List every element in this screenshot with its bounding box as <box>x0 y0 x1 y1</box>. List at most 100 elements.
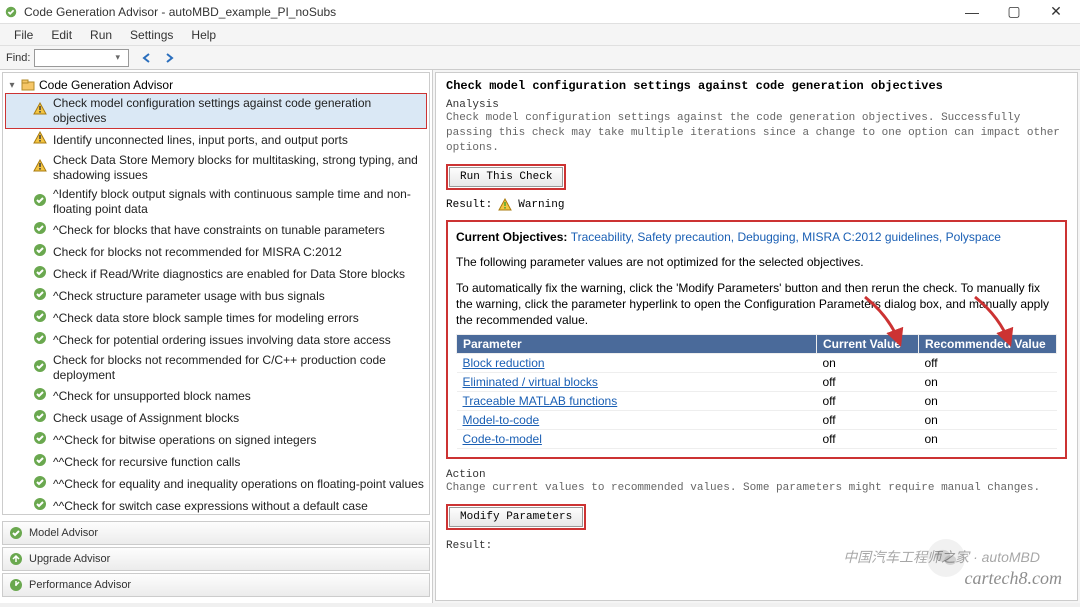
fix-instructions: To automatically fix the warning, click … <box>456 280 1057 329</box>
titlebar: Code Generation Advisor - autoMBD_exampl… <box>0 0 1080 24</box>
warning-icon <box>33 131 47 149</box>
pass-icon <box>33 359 47 377</box>
pass-icon <box>33 221 47 239</box>
pass-icon <box>33 331 47 349</box>
tree-toggle-icon[interactable]: ▾ <box>7 80 17 91</box>
upgrade-icon <box>9 552 23 566</box>
col-parameter: Parameter <box>457 335 817 354</box>
upgrade-advisor-button[interactable]: Upgrade Advisor <box>2 547 430 571</box>
tree-item-label: ^Identify block output signals with cont… <box>53 187 425 217</box>
tree-item-label: Check for blocks not recommended for MIS… <box>53 245 342 260</box>
tree-item-label: Check usage of Assignment blocks <box>53 411 239 426</box>
menu-edit[interactable]: Edit <box>43 26 80 44</box>
tree-item[interactable]: Check Data Store Memory blocks for multi… <box>5 151 427 185</box>
main-split: ▾ Code Generation Advisor Check model co… <box>0 70 1080 603</box>
result2-label: Result: <box>446 540 1067 552</box>
pass-icon <box>33 453 47 471</box>
tree-item-label: Check model configuration settings again… <box>53 96 424 126</box>
left-panel: ▾ Code Generation Advisor Check model co… <box>0 70 433 603</box>
objectives-list[interactable]: Traceability, Safety precaution, Debuggi… <box>571 230 1001 244</box>
result-details-box: Current Objectives: Traceability, Safety… <box>446 220 1067 460</box>
tree-item[interactable]: Check for blocks not recommended for MIS… <box>5 241 427 263</box>
tree-item[interactable]: Check usage of Assignment blocks <box>5 407 427 429</box>
recommended-value: off <box>919 354 1057 373</box>
model-advisor-button[interactable]: Model Advisor <box>2 521 430 545</box>
parameter-link[interactable]: Traceable MATLAB functions <box>457 392 817 411</box>
tree-item[interactable]: Check for blocks not recommended for C/C… <box>5 351 427 385</box>
menu-help[interactable]: Help <box>183 26 224 44</box>
find-dropdown-icon[interactable]: ▾ <box>115 52 120 63</box>
menu-file[interactable]: File <box>6 26 41 44</box>
recommended-value: on <box>919 411 1057 430</box>
action-description: Change current values to recommended val… <box>446 481 1067 496</box>
tree-item[interactable]: ^Check data store block sample times for… <box>5 307 427 329</box>
check-title: Check model configuration settings again… <box>446 79 1067 93</box>
result-status: Warning <box>518 199 564 211</box>
tree-item[interactable]: ^Check for potential ordering issues inv… <box>5 329 427 351</box>
parameter-link[interactable]: Model-to-code <box>457 411 817 430</box>
tree-item[interactable]: ^^Check for recursive function calls <box>5 451 427 473</box>
tree-item[interactable]: Check if Read/Write diagnostics are enab… <box>5 263 427 285</box>
table-row: Eliminated / virtual blocksoffon <box>457 373 1057 392</box>
pass-icon <box>33 431 47 449</box>
tree-item-label: Check for blocks not recommended for C/C… <box>53 353 425 383</box>
current-value: off <box>817 373 919 392</box>
tree-item[interactable]: ^Identify block output signals with cont… <box>5 185 427 219</box>
analysis-heading: Analysis <box>446 99 1067 111</box>
checks-tree[interactable]: ▾ Code Generation Advisor Check model co… <box>2 72 430 515</box>
tree-item-label: ^Check data store block sample times for… <box>53 311 359 326</box>
pass-icon <box>9 526 23 540</box>
table-row: Block reductiononoff <box>457 354 1057 373</box>
performance-advisor-button[interactable]: Performance Advisor <box>2 573 430 597</box>
maximize-button[interactable]: ▢ <box>994 1 1034 23</box>
current-value: off <box>817 430 919 449</box>
tree-item-label: Check Data Store Memory blocks for multi… <box>53 153 425 183</box>
pass-icon <box>33 193 47 211</box>
tree-item-label: ^^Check for recursive function calls <box>53 455 240 470</box>
tree-item[interactable]: Identify unconnected lines, input ports,… <box>5 129 427 151</box>
col-recommended: Recommended Value <box>919 335 1057 354</box>
parameter-link[interactable]: Code-to-model <box>457 430 817 449</box>
recommended-value: on <box>919 430 1057 449</box>
tree-item[interactable]: ^^Check for bitwise operations on signed… <box>5 429 427 451</box>
recommended-value: on <box>919 373 1057 392</box>
current-value: off <box>817 411 919 430</box>
current-value: on <box>817 354 919 373</box>
minimize-button[interactable]: — <box>952 1 992 23</box>
performance-icon <box>9 578 23 592</box>
pass-icon <box>33 309 47 327</box>
parameters-table: Parameter Current Value Recommended Valu… <box>456 334 1057 449</box>
tree-item[interactable]: ^Check for blocks that have constraints … <box>5 219 427 241</box>
tree-item[interactable]: ^^Check for switch case expressions with… <box>5 495 427 515</box>
find-prev-button[interactable] <box>138 49 156 67</box>
folder-icon <box>21 78 35 92</box>
parameter-link[interactable]: Block reduction <box>457 354 817 373</box>
run-check-button[interactable]: Run This Check <box>449 167 563 187</box>
menu-settings[interactable]: Settings <box>122 26 181 44</box>
find-bar: Find: ▾ <box>0 46 1080 70</box>
pass-icon <box>33 497 47 515</box>
tree-item-label: ^Check for potential ordering issues inv… <box>53 333 391 348</box>
tree-item[interactable]: ^Check structure parameter usage with bu… <box>5 285 427 307</box>
tree-root[interactable]: ▾ Code Generation Advisor <box>5 77 427 93</box>
close-button[interactable]: ✕ <box>1036 1 1076 23</box>
modify-params-highlight: Modify Parameters <box>446 504 586 530</box>
tree-root-label: Code Generation Advisor <box>39 78 173 92</box>
tree-item-label: ^Check for unsupported block names <box>53 389 251 404</box>
menubar: File Edit Run Settings Help <box>0 24 1080 46</box>
menu-run[interactable]: Run <box>82 26 120 44</box>
find-next-button[interactable] <box>160 49 178 67</box>
tree-item[interactable]: ^Check for unsupported block names <box>5 385 427 407</box>
warning-icon <box>498 198 512 212</box>
parameter-link[interactable]: Eliminated / virtual blocks <box>457 373 817 392</box>
pass-icon <box>33 475 47 493</box>
tree-item[interactable]: ^^Check for equality and inequality oper… <box>5 473 427 495</box>
recommended-value: on <box>919 392 1057 411</box>
result-label: Result: <box>446 199 492 211</box>
window-title: Code Generation Advisor - autoMBD_exampl… <box>24 5 952 19</box>
tree-item-label: ^Check for blocks that have constraints … <box>53 223 385 238</box>
not-optimized-text: The following parameter values are not o… <box>456 254 1057 270</box>
tree-item[interactable]: Check model configuration settings again… <box>5 93 427 129</box>
tree-item-label: Check if Read/Write diagnostics are enab… <box>53 267 405 282</box>
modify-parameters-button[interactable]: Modify Parameters <box>449 507 583 527</box>
